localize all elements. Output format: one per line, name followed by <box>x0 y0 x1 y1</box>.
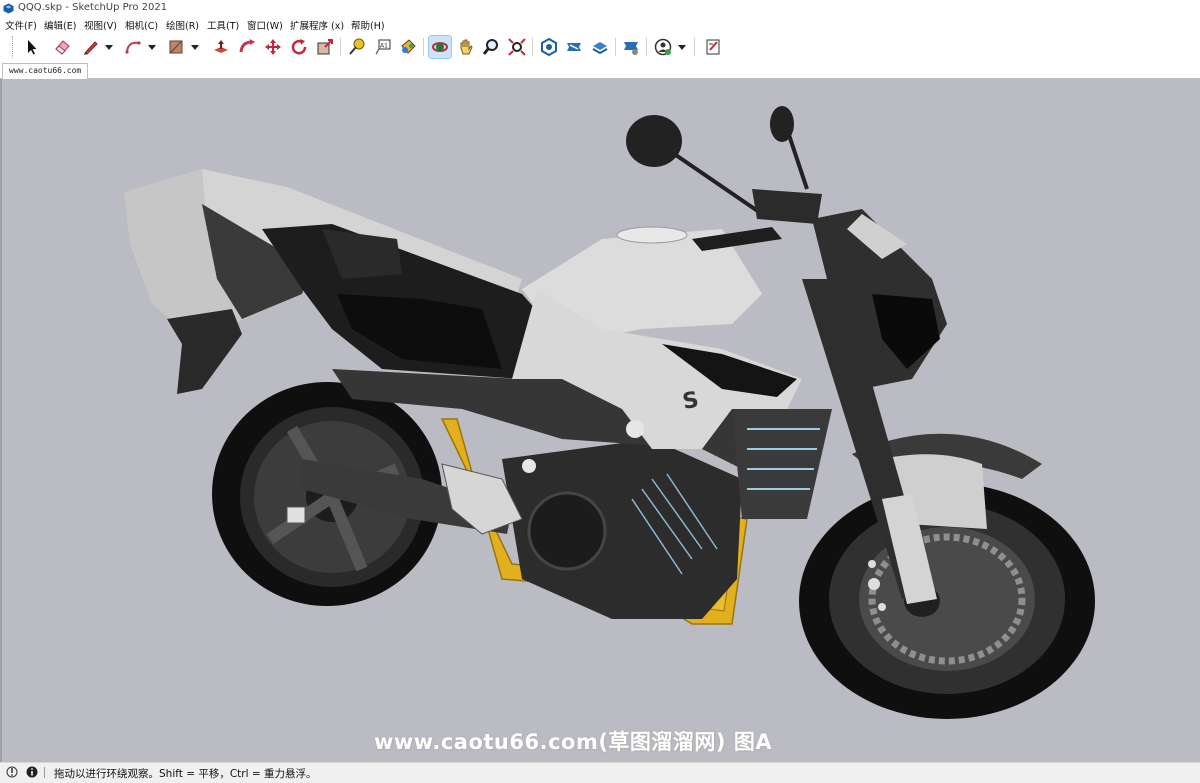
select-tool-button[interactable] <box>20 36 42 58</box>
rectangle-shape-icon <box>169 40 183 54</box>
fuel-cap <box>616 226 688 244</box>
menu-tools[interactable]: 工具(T) <box>206 18 240 32</box>
line-tool-button[interactable] <box>80 36 102 58</box>
scale-tool-button[interactable] <box>314 36 336 58</box>
push-pull-tool-button[interactable] <box>210 36 232 58</box>
paint-bucket-tool-button[interactable] <box>397 36 419 58</box>
info-icon[interactable] <box>26 766 38 778</box>
eraser-icon <box>55 40 70 55</box>
follow-me-tool-button[interactable] <box>236 36 258 58</box>
paint-bucket-icon <box>401 39 416 54</box>
zoom-extents-icon <box>508 38 526 56</box>
pan-tool-button[interactable] <box>455 36 477 58</box>
account-user-icon <box>654 38 672 56</box>
eraser-tool-button[interactable] <box>51 36 73 58</box>
watermark-text: www.caotu66.com(草图溜溜网) 图A <box>374 730 773 754</box>
tape-measure-tool-button[interactable] <box>346 36 368 58</box>
motorcycle-model[interactable]: S <box>2 79 1200 762</box>
select-arrow-icon <box>28 40 37 55</box>
toolbar-separator <box>646 38 647 56</box>
menu-edit[interactable]: 编辑(E) <box>43 18 77 32</box>
menu-view[interactable]: 视图(V) <box>83 18 118 32</box>
toolbar-grip[interactable] <box>12 36 16 58</box>
pencil-line-icon <box>84 41 98 55</box>
3d-warehouse-icon <box>541 38 557 56</box>
move-tool-button[interactable] <box>262 36 284 58</box>
text-label-icon: A1 <box>375 39 391 55</box>
menu-camera[interactable]: 相机(C) <box>124 18 159 32</box>
extension-warehouse-icon <box>567 43 581 51</box>
title-bar: QQQ.skp - SketchUp Pro 2021 <box>0 0 1200 17</box>
send-to-layout-button[interactable] <box>589 36 611 58</box>
menu-extensions[interactable]: 扩展程序 (x) <box>289 18 345 32</box>
rear-mudguard <box>167 309 242 394</box>
toolbar-separator <box>423 38 424 56</box>
scale-icon <box>317 39 333 55</box>
drawing-viewport[interactable]: S www.caotu66.com(草图溜溜网) 图A <box>0 79 1200 762</box>
engine-cover <box>527 491 607 571</box>
account-dropdown-chevron-down-icon[interactable] <box>677 36 687 58</box>
mirror-right <box>770 106 794 142</box>
arc-dropdown-chevron-down-icon[interactable] <box>147 36 157 58</box>
sketchup-app-icon <box>3 3 14 14</box>
menu-file[interactable]: 文件(F) <box>4 18 38 32</box>
mirror-stem-right <box>785 128 809 190</box>
toolbar-separator <box>694 38 695 56</box>
status-separator <box>44 767 45 778</box>
pan-hand-icon <box>460 39 473 55</box>
push-pull-icon <box>214 40 228 53</box>
extension-manager-button[interactable] <box>620 36 642 58</box>
model-info-button[interactable] <box>702 36 724 58</box>
follow-me-icon <box>239 39 255 53</box>
rotate-tool-button[interactable] <box>288 36 310 58</box>
shape-tool-button[interactable] <box>165 36 187 58</box>
account-button[interactable] <box>652 36 674 58</box>
3d-warehouse-button[interactable] <box>538 36 560 58</box>
toolbar-separator <box>532 38 533 56</box>
menu-draw[interactable]: 绘图(R) <box>165 18 200 32</box>
handlebar-clamp <box>752 189 822 224</box>
mirror-left <box>626 115 682 167</box>
toolbar-separator <box>340 38 341 56</box>
radiator <box>732 409 832 519</box>
toolbar-separator <box>615 38 616 56</box>
arc-tool-button[interactable] <box>122 36 144 58</box>
zoom-tool-button[interactable] <box>480 36 502 58</box>
menu-window[interactable]: 窗口(W) <box>246 18 284 32</box>
zoom-extents-tool-button[interactable] <box>506 36 528 58</box>
status-hint-text: 拖动以进行环绕观察。Shift = 平移，Ctrl = 重力悬浮。 <box>54 768 317 780</box>
svg-text:A1: A1 <box>380 43 388 50</box>
orbit-tool-button[interactable] <box>428 35 452 59</box>
rotate-icon <box>291 39 307 55</box>
zoom-icon <box>482 39 498 55</box>
line-dropdown-chevron-down-icon[interactable] <box>104 36 114 58</box>
window-title: QQQ.skp - SketchUp Pro 2021 <box>18 2 168 13</box>
menu-help[interactable]: 帮助(H) <box>350 18 386 32</box>
large-tool-set-toolbar: A1 <box>0 32 1200 63</box>
status-bar: 拖动以进行环绕观察。Shift = 平移，Ctrl = 重力悬浮。 <box>0 762 1200 783</box>
text-tool-button[interactable]: A1 <box>372 36 394 58</box>
frame-bolt <box>626 420 644 438</box>
orbit-icon <box>432 42 448 52</box>
scene-tab-strip: www.caotu66.com <box>0 62 1200 79</box>
extension-manager-icon <box>624 42 638 55</box>
tape-measure-icon <box>349 38 365 55</box>
model-info-icon <box>706 39 720 55</box>
geo-location-icon[interactable] <box>6 766 18 778</box>
arc-icon <box>125 41 141 54</box>
chain-adjuster <box>286 506 306 524</box>
menu-bar: 文件(F) 编辑(E) 视图(V) 相机(C) 绘图(R) 工具(T) 窗口(W… <box>0 17 1200 32</box>
frame-bolt <box>522 459 536 473</box>
scene-tab[interactable]: www.caotu66.com <box>2 63 89 79</box>
move-icon <box>265 39 281 55</box>
extension-warehouse-button[interactable] <box>563 36 585 58</box>
mirror-stem-left <box>665 147 764 216</box>
layout-send-icon <box>592 42 608 55</box>
shape-dropdown-chevron-down-icon[interactable] <box>190 36 200 58</box>
